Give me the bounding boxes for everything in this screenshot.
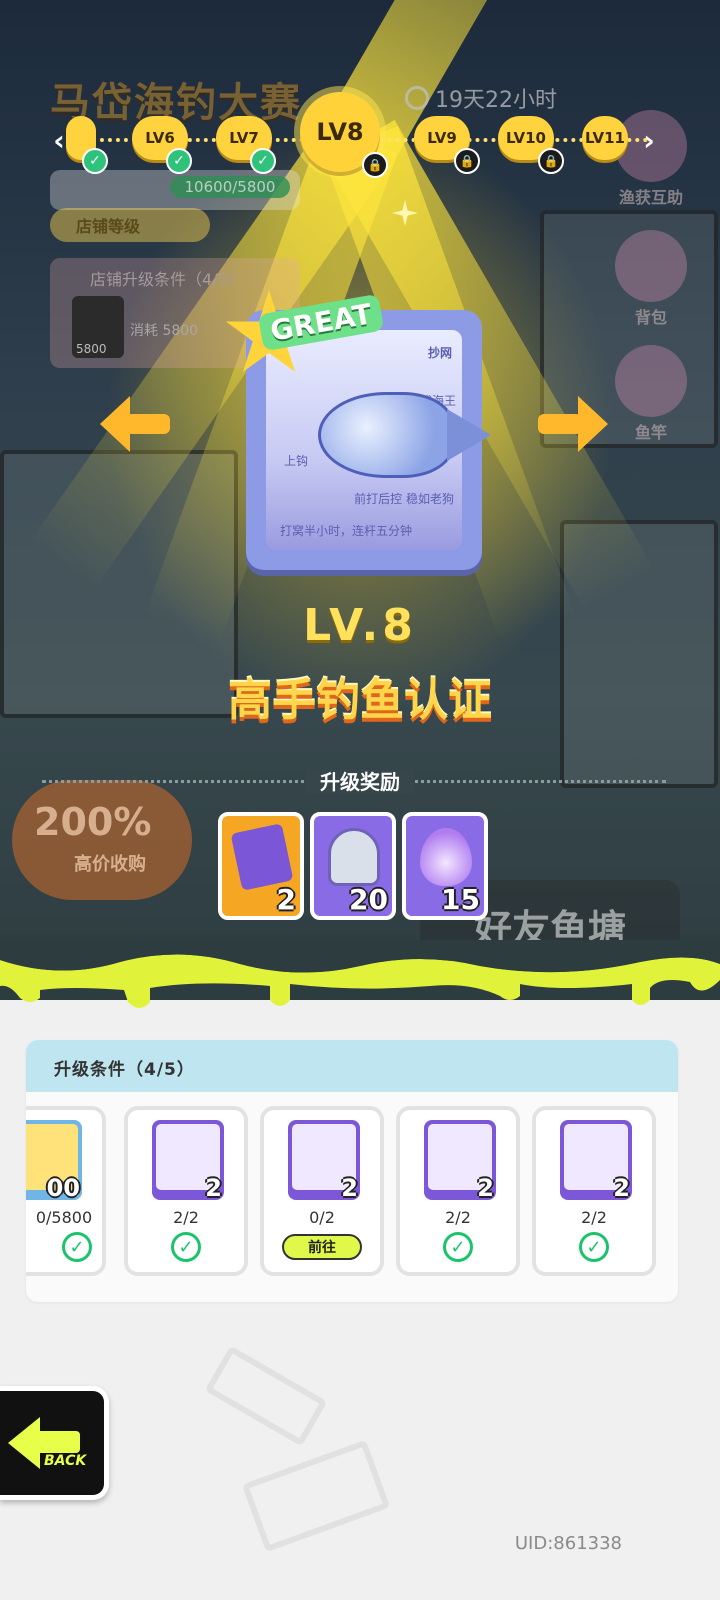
back-arrow-shaft [36, 1431, 80, 1453]
upgrade-conditions-panel: 升级条件（4/5） 00 0/5800 ✓ 2 2/2 ✓ 2 0/2 前往 2… [26, 1040, 678, 1302]
event-scene: 马岱海钓大赛 19天22小时 10600/5800 店铺等级 店铺升级条件（4/… [0, 0, 720, 1000]
card-text: 打窝半小时，连杆五分钟 [280, 524, 413, 538]
condition-count: 00 [46, 1174, 80, 1202]
great-label: GREAT [257, 293, 385, 352]
gold-fish-coin-icon: 00 [26, 1120, 82, 1202]
reward-qty: 15 [441, 883, 480, 916]
card-text: 上钩 [284, 454, 309, 468]
check-circle-icon: ✓ [579, 1232, 609, 1262]
side-button-backpack: 背包 [606, 230, 696, 328]
check-circle-icon: ✓ [443, 1232, 473, 1262]
condition-item-coins[interactable]: 00 0/5800 ✓ [26, 1106, 106, 1276]
conditions-list[interactable]: 00 0/5800 ✓ 2 2/2 ✓ 2 0/2 前往 2 2/2 ✓ 2 2… [26, 1098, 678, 1298]
reward-ticket[interactable]: 2 [218, 812, 304, 920]
condition-count: 2 [341, 1174, 358, 1202]
cat-food-can-icon [328, 828, 380, 886]
store-upgrade-header: 店铺升级条件（4/5） [90, 270, 244, 289]
certification-title: 高手钓鱼认证 [228, 675, 492, 726]
reward-title: 升级奖励 [0, 766, 720, 795]
check-icon: ✓ [166, 148, 192, 174]
side-button-label: 鱼竿 [634, 423, 667, 442]
condition-progress: 0/5800 [35, 1208, 93, 1227]
condition-item-conch[interactable]: 2 0/2 前往 [260, 1106, 384, 1276]
condition-count: 2 [205, 1174, 222, 1202]
coin-thumb-icon: 5800 [72, 296, 124, 358]
level-node-lv11[interactable]: LV11 [582, 116, 628, 160]
clock-icon [405, 86, 429, 110]
lock-icon: 🔒 [454, 148, 480, 174]
backpack-icon [615, 230, 687, 302]
reward-qty: 2 [276, 883, 296, 916]
next-level-arrow[interactable] [538, 396, 608, 452]
background-doodle [204, 1345, 328, 1447]
fish-icon [318, 392, 491, 478]
store-progress: 10600/5800 [170, 176, 290, 198]
time-left: 19天22小时 [435, 88, 557, 113]
level-label: LV.8 [303, 600, 417, 651]
condition-progress: 0/2 [309, 1208, 335, 1227]
condition-count: 2 [477, 1174, 494, 1202]
back-label: BACK [44, 1453, 87, 1469]
event-timer: 19天22小时 [405, 82, 557, 114]
store-level-label: 店铺等级 [76, 217, 141, 236]
card-text: 前打后控 稳如老狗 [354, 492, 454, 506]
reward-qty: 20 [349, 883, 388, 916]
reward-list: 2 20 15 [218, 812, 518, 922]
side-button-rod: 鱼竿 [606, 345, 696, 443]
user-id: UID:861338 [514, 1533, 622, 1554]
reward-flame[interactable]: 15 [402, 812, 488, 920]
rod-icon [615, 345, 687, 417]
ticket-icon [230, 823, 294, 891]
condition-progress: 2/2 [581, 1208, 607, 1227]
lock-icon: 🔒 [362, 152, 388, 178]
back-button[interactable]: BACK [0, 1386, 109, 1500]
check-icon: ✓ [250, 148, 276, 174]
check-icon: ✓ [82, 148, 108, 174]
promo-percent: 200% [34, 800, 152, 844]
go-button[interactable]: 前往 [282, 1234, 362, 1260]
level-track: ✓ LV6 ✓ LV7 ✓ LV8 🔒 LV9 🔒 LV10 🔒 LV11 [48, 92, 668, 178]
cost-amount: 5800 [76, 342, 107, 356]
coral-icon: 2 [560, 1120, 632, 1202]
promo-text: 高价收购 [74, 854, 146, 875]
reward-title-text: 升级奖励 [306, 770, 414, 794]
side-button-label: 背包 [634, 308, 667, 327]
promo-badge: 200% 高价收购 [12, 780, 192, 900]
condition-count: 2 [613, 1174, 630, 1202]
conditions-title: 升级条件（4/5） [54, 1060, 195, 1080]
slime-divider [0, 940, 720, 1008]
conch-shell-icon: 2 [288, 1120, 360, 1202]
condition-item-coral[interactable]: 2 2/2 ✓ [532, 1106, 656, 1276]
prev-level-arrow[interactable] [100, 396, 170, 452]
condition-progress: 2/2 [445, 1208, 471, 1227]
check-circle-icon: ✓ [171, 1232, 201, 1262]
purple-pearl-icon: 2 [424, 1120, 496, 1202]
conditions-header: 升级条件（4/5） [26, 1040, 678, 1092]
store-cost: 消耗 5800 [130, 323, 199, 339]
store-level-button: 店铺等级 [50, 208, 210, 242]
certificate-card: 抄网 当代海王 上钩 前打后控 稳如老狗 打窝半小时，连杆五分钟 GREAT [225, 290, 491, 570]
purple-flame-icon [420, 828, 472, 886]
background-doodle [241, 1439, 391, 1553]
condition-item-pearl[interactable]: 2 2/2 ✓ [396, 1106, 520, 1276]
check-circle-icon: ✓ [62, 1232, 92, 1262]
card-text: 抄网 [427, 346, 452, 360]
great-badge: GREAT [224, 290, 385, 372]
reward-cat-food[interactable]: 20 [310, 812, 396, 920]
purple-fish-icon: 2 [152, 1120, 224, 1202]
lock-icon: 🔒 [538, 148, 564, 174]
side-button-label: 渔获互助 [618, 188, 683, 207]
condition-progress: 2/2 [173, 1208, 199, 1227]
condition-item-fish[interactable]: 2 2/2 ✓ [124, 1106, 248, 1276]
